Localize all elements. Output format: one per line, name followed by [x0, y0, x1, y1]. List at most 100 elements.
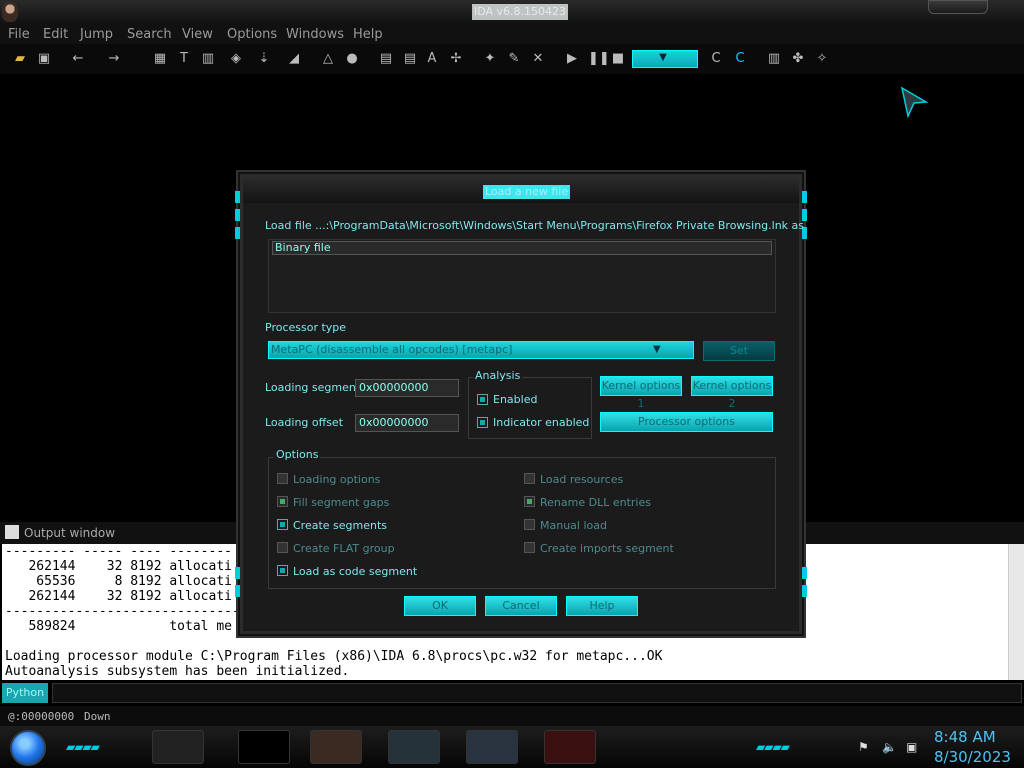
chevron-down-icon: ▼: [659, 52, 667, 63]
create-flat-group-checkbox[interactable]: [277, 542, 288, 553]
analysis-enabled-checkbox[interactable]: [477, 394, 488, 405]
open-icon[interactable]: ▰: [12, 51, 28, 67]
taskbar-app-terminal[interactable]: [238, 730, 290, 764]
start-button[interactable]: [10, 730, 46, 766]
output-line: 262144 32 8192 allocati: [5, 589, 232, 604]
taskbar-app-tools[interactable]: [544, 730, 596, 764]
loading-segment-label: Loading segment: [265, 381, 361, 394]
menu-windows[interactable]: Windows: [286, 27, 344, 42]
menu-view[interactable]: View: [182, 27, 213, 42]
help-button[interactable]: Help: [566, 596, 638, 616]
toolbar: ▰ ▣ ← → ▦ T ▥ ◈ ⇣ ◢ △ ● ▤ ▤ A ✢ ✦ ✎ ✕ ▶ …: [0, 44, 1024, 74]
load-resources-label: Load resources: [540, 473, 624, 486]
loading-offset-input[interactable]: 0x00000000: [355, 414, 459, 432]
menu-file[interactable]: File: [8, 27, 30, 42]
list-icon[interactable]: ▥: [766, 51, 782, 67]
clock-date[interactable]: 8/30/2023: [934, 748, 1011, 766]
data-icon[interactable]: ▤: [402, 51, 418, 67]
array-icon[interactable]: ▦: [152, 51, 168, 67]
dialog-title-bar: Load a new file: [243, 177, 799, 203]
window-title: IDA v6.8.150423: [472, 4, 569, 20]
rename-dll-entries-checkbox[interactable]: [524, 496, 535, 507]
dialog-edge-accent: [802, 567, 807, 579]
fill-segment-gaps-checkbox[interactable]: [277, 496, 288, 507]
command-input[interactable]: [52, 683, 1022, 703]
code-icon[interactable]: ▤: [378, 51, 394, 67]
volume-icon[interactable]: 🔈: [882, 740, 897, 754]
down-arrow-icon[interactable]: ⇣: [256, 51, 272, 67]
output-line: 65536 8 8192 allocati: [5, 574, 232, 589]
graph-icon[interactable]: ◢: [286, 51, 302, 67]
analysis-enabled-label: Enabled: [493, 393, 538, 406]
set-button[interactable]: Set: [703, 341, 775, 361]
output-scrollbar[interactable]: [1008, 544, 1024, 680]
settings-icon[interactable]: ✧: [814, 51, 830, 67]
indicator-enabled-checkbox[interactable]: [477, 417, 488, 428]
file-format-list[interactable]: Binary file: [268, 239, 776, 313]
menu-jump[interactable]: Jump: [80, 27, 113, 42]
rename-dll-entries-label: Rename DLL entries: [540, 496, 651, 509]
menu-edit[interactable]: Edit: [43, 27, 68, 42]
options-group-label: Options: [274, 448, 321, 461]
create-imports-segment-label: Create imports segment: [540, 542, 674, 555]
create-segments-label: Create segments: [293, 519, 388, 532]
processor-options-button[interactable]: Processor options: [600, 412, 773, 432]
struct-icon[interactable]: ◈: [228, 51, 244, 67]
breakpoint-icon[interactable]: ✦: [482, 51, 498, 67]
menu-options[interactable]: Options: [227, 27, 277, 42]
dialog-edge-accent: [235, 567, 240, 579]
close-icon[interactable]: ✕: [530, 51, 546, 67]
text-icon[interactable]: T: [176, 51, 192, 67]
warning-icon[interactable]: △: [320, 51, 336, 67]
menu-help[interactable]: Help: [353, 27, 383, 42]
create-segments-checkbox[interactable]: [277, 519, 288, 530]
taskbar-app-monitor[interactable]: [466, 730, 518, 764]
menu-search[interactable]: Search: [127, 27, 172, 42]
processor-type-select[interactable]: MetaPC (disassemble all opcodes) [metapc…: [268, 341, 694, 359]
stop-circle-icon[interactable]: ●: [344, 51, 360, 67]
dialog-title: Load a new file: [483, 185, 571, 199]
dialog-edge-accent: [235, 585, 240, 597]
ascii-icon[interactable]: A: [424, 51, 440, 67]
back-icon[interactable]: ←: [70, 51, 86, 67]
kernel-options-2-button[interactable]: Kernel options 2: [691, 376, 773, 410]
load-resources-checkbox[interactable]: [524, 473, 535, 484]
analysis-group-label: Analysis: [473, 369, 523, 382]
create-imports-segment-checkbox[interactable]: [524, 542, 535, 553]
output-line: --------- ----- ---- --------: [5, 544, 232, 559]
dialog-edge-accent: [235, 209, 240, 221]
cancel-button[interactable]: Cancel: [485, 596, 557, 616]
save-icon[interactable]: ▣: [36, 51, 52, 67]
taskbar-accent: ▰▰▰▰: [66, 740, 100, 754]
decompile-icon[interactable]: C: [732, 51, 748, 67]
window-controls[interactable]: [928, 0, 988, 14]
plugin-icon[interactable]: ✤: [790, 51, 806, 67]
status-direction: Down: [84, 710, 111, 723]
python-button[interactable]: Python: [2, 683, 48, 703]
flag-icon[interactable]: ⚑: [858, 740, 872, 754]
file-format-item[interactable]: Binary file: [272, 241, 772, 255]
network-icon[interactable]: ▣: [906, 740, 920, 754]
loading-options-checkbox[interactable]: [277, 473, 288, 484]
unexplored-icon[interactable]: ✢: [448, 51, 464, 67]
title-bar: IDA v6.8.150423: [0, 0, 1024, 24]
loading-segment-input[interactable]: 0x00000000: [355, 379, 459, 397]
pseudocode-icon[interactable]: C: [708, 51, 724, 67]
taskbar-app-network[interactable]: [152, 730, 204, 764]
ok-button[interactable]: OK: [404, 596, 476, 616]
edit-icon[interactable]: ✎: [506, 51, 522, 67]
clock-time[interactable]: 8:48 AM: [934, 728, 996, 746]
pause-icon[interactable]: ❚❚: [588, 51, 610, 67]
forward-icon[interactable]: →: [106, 51, 122, 67]
output-line: Autoanalysis subsystem has been initiali…: [5, 664, 350, 679]
taskbar-accent: ▰▰▰▰: [756, 740, 790, 754]
stop-icon[interactable]: ■: [610, 51, 626, 67]
taskbar-app-media[interactable]: [388, 730, 440, 764]
menu-bar: File Edit Jump Search View Options Windo…: [0, 24, 1024, 44]
load-as-code-segment-checkbox[interactable]: [277, 565, 288, 576]
play-icon[interactable]: ▶: [564, 51, 580, 67]
taskbar-app-ida[interactable]: [310, 730, 362, 764]
binary-icon[interactable]: ▥: [200, 51, 216, 67]
manual-load-checkbox[interactable]: [524, 519, 535, 530]
kernel-options-1-button[interactable]: Kernel options 1: [600, 376, 682, 410]
